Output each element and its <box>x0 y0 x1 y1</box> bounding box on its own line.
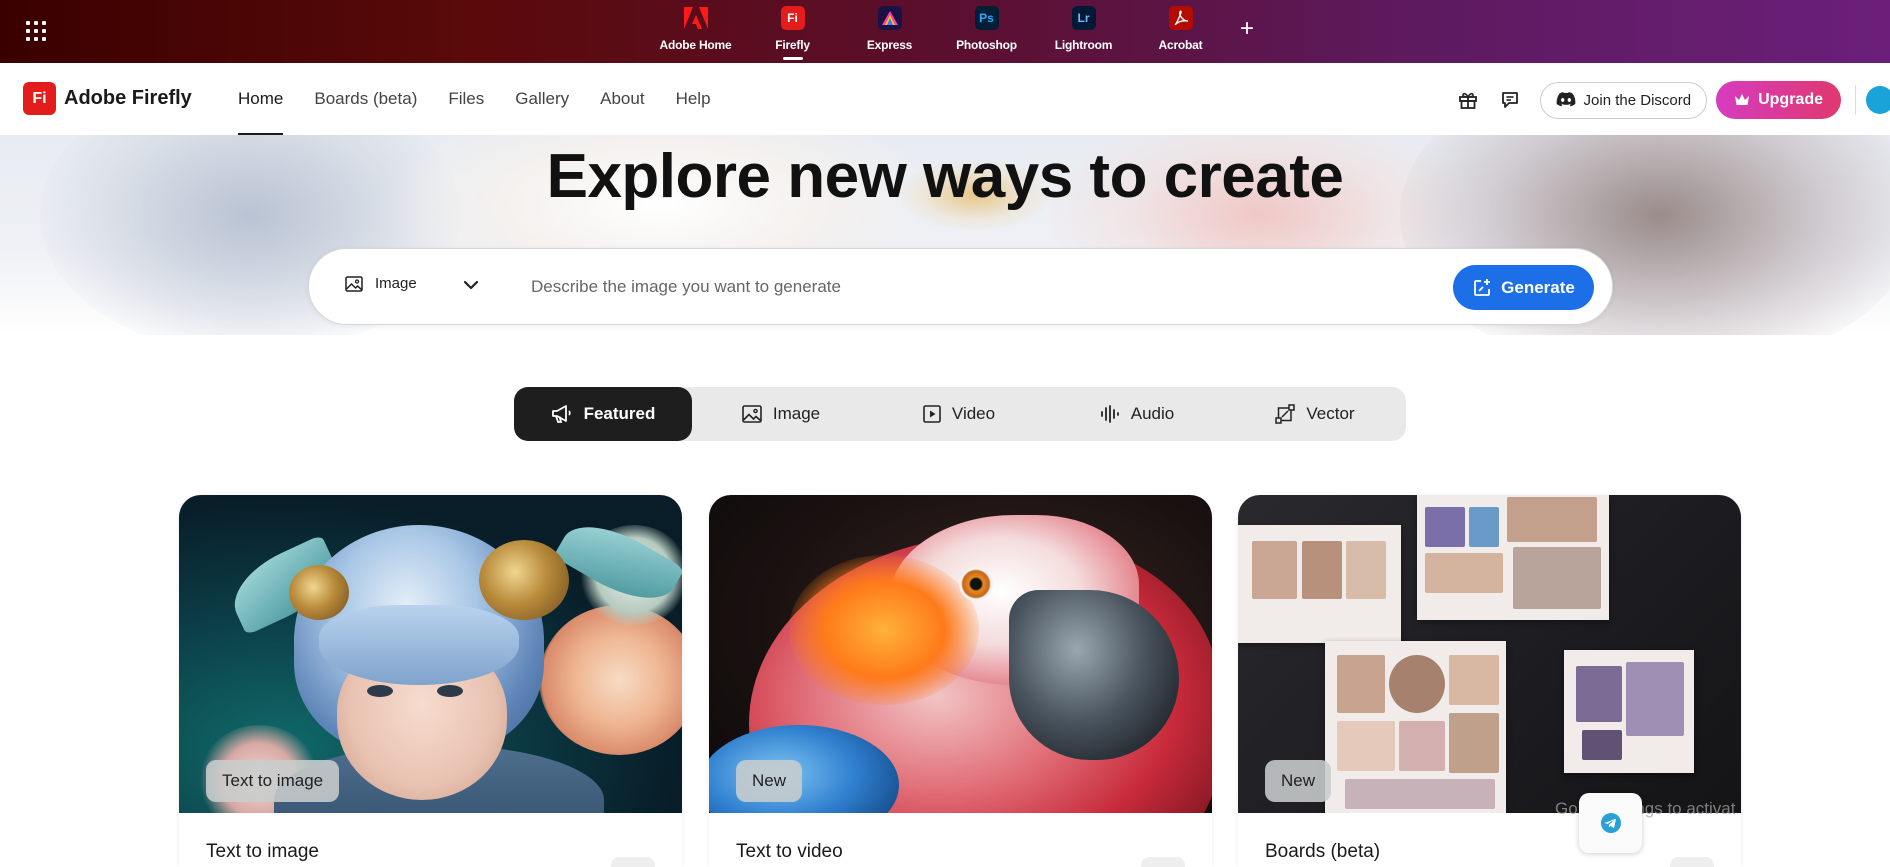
acrobat-app-icon <box>1168 6 1193 30</box>
app-acrobat[interactable]: Acrobat <box>1132 6 1229 52</box>
discord-icon <box>1556 92 1575 107</box>
photoshop-app-icon: Ps <box>974 6 999 30</box>
card-badge: New <box>736 760 803 802</box>
nav-item-boards[interactable]: Boards (beta) <box>314 63 417 135</box>
app-list: Adobe Home Fi Firefly Express Ps Photosh… <box>647 6 1229 60</box>
join-discord-button[interactable]: Join the Discord <box>1539 81 1708 119</box>
generate-button[interactable]: Generate <box>1453 265 1594 310</box>
nav-item-gallery[interactable]: Gallery <box>515 63 569 135</box>
card-title: Text to video <box>736 841 843 862</box>
card-badge: New <box>1265 760 1332 802</box>
app-photoshop[interactable]: Ps Photoshop <box>938 6 1035 52</box>
tab-video[interactable]: Video <box>870 387 1048 441</box>
add-app-button[interactable]: + <box>1240 15 1254 43</box>
app-lightroom[interactable]: Lr Lightroom <box>1035 6 1132 52</box>
card-title: Boards (beta) <box>1265 841 1381 862</box>
prompt-bar: Image Generate <box>308 248 1613 325</box>
brand-name: Adobe Firefly <box>64 87 192 109</box>
nav-item-files[interactable]: Files <box>448 63 484 135</box>
tab-audio[interactable]: Audio <box>1048 387 1226 441</box>
image-icon <box>742 405 762 423</box>
megaphone-icon <box>551 405 571 423</box>
nav-item-about[interactable]: About <box>600 63 644 135</box>
feature-card-text-to-image[interactable]: Text to image Text to image <box>179 495 682 867</box>
app-firefly[interactable]: Fi Firefly <box>744 6 841 60</box>
adobe-logo-icon <box>683 6 708 30</box>
hero-title: Explore new ways to create <box>546 142 1344 211</box>
feedback-chat-icon[interactable] <box>1492 82 1528 118</box>
app-express[interactable]: Express <box>841 6 938 52</box>
tab-image[interactable]: Image <box>692 387 870 441</box>
nav-item-help[interactable]: Help <box>676 63 711 135</box>
feature-card-text-to-video[interactable]: New Text to video <box>709 495 1212 867</box>
nav-menu: Home Boards (beta) Files Gallery About H… <box>238 63 742 135</box>
divider <box>1855 85 1856 115</box>
card-badge: Text to image <box>206 760 340 802</box>
nav-item-home[interactable]: Home <box>238 63 284 135</box>
firefly-logo-icon: Fi <box>23 82 56 115</box>
telegram-float-button[interactable] <box>1579 793 1642 853</box>
upgrade-button[interactable]: Upgrade <box>1716 81 1841 119</box>
audio-wave-icon <box>1100 405 1119 423</box>
telegram-icon <box>1600 813 1621 833</box>
tab-featured[interactable]: Featured <box>514 387 692 441</box>
app-grid-icon[interactable] <box>26 21 46 41</box>
express-app-icon <box>877 6 902 30</box>
app-switcher-bar: Adobe Home Fi Firefly Express Ps Photosh… <box>0 0 1890 63</box>
chevron-down-icon[interactable] <box>463 277 479 295</box>
brand[interactable]: Fi Adobe Firefly <box>23 82 192 115</box>
avatar[interactable] <box>1866 86 1890 114</box>
video-icon <box>923 405 941 423</box>
main-nav: Fi Adobe Firefly Home Boards (beta) File… <box>0 63 1890 135</box>
nav-actions: Join the Discord Upgrade <box>1450 81 1890 119</box>
generate-icon <box>1474 278 1491 296</box>
image-icon <box>345 275 363 292</box>
card-title: Text to image <box>206 841 319 862</box>
gift-icon[interactable] <box>1450 82 1486 118</box>
app-adobe-home[interactable]: Adobe Home <box>647 6 744 52</box>
lightroom-app-icon: Lr <box>1071 6 1096 30</box>
generation-type-select[interactable]: Image <box>345 275 417 292</box>
firefly-app-icon: Fi <box>780 6 805 30</box>
vector-icon <box>1275 404 1296 424</box>
crown-icon <box>1735 94 1750 105</box>
tab-vector[interactable]: Vector <box>1226 387 1404 441</box>
prompt-input[interactable] <box>531 271 1311 303</box>
category-tabs: Featured Image Video Audio Vector <box>514 387 1406 441</box>
